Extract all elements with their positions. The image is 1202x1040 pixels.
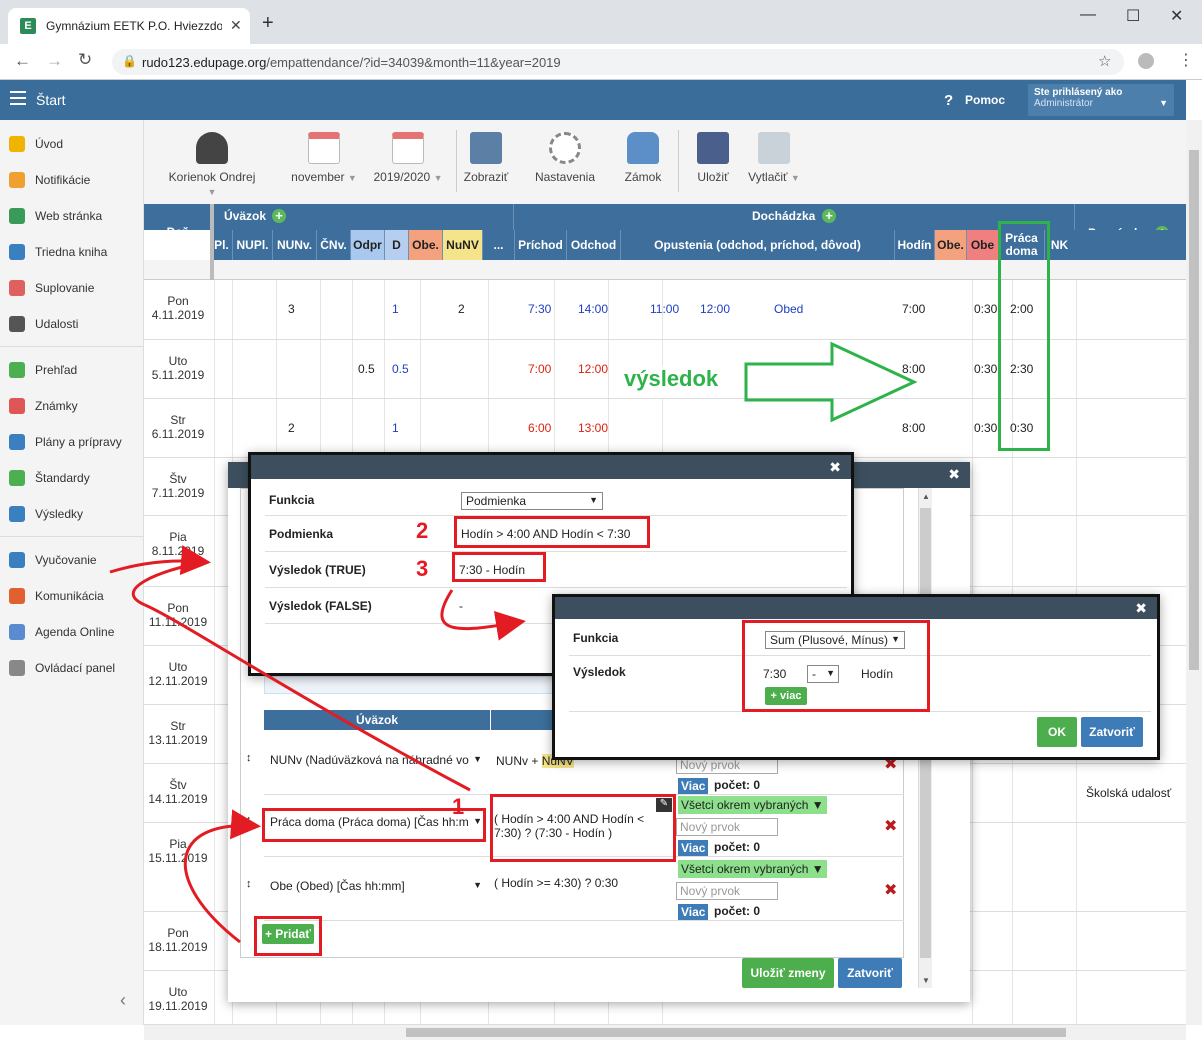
red-arrows-annotation (109, 545, 526, 944)
page-vertical-scrollbar[interactable] (1186, 120, 1202, 1025)
collapse-sidebar-icon[interactable]: ‹ (120, 990, 126, 1011)
page-horizontal-scrollbar[interactable] (144, 1025, 1186, 1040)
